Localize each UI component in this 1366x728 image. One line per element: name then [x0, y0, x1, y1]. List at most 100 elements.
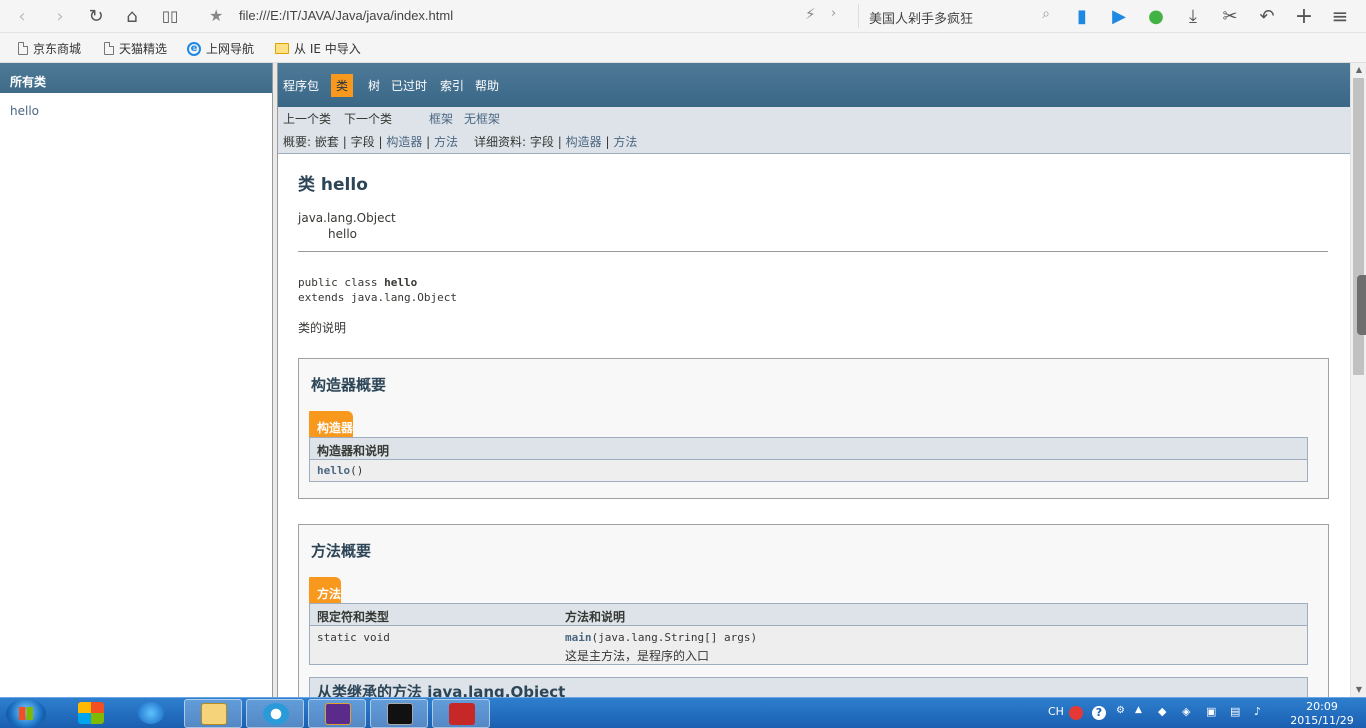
method-summary-heading: 方法概要: [311, 542, 372, 560]
star-icon[interactable]: ★: [209, 6, 223, 25]
no-frames-link[interactable]: 无框架: [464, 110, 500, 127]
nav-tree[interactable]: 树: [368, 77, 380, 94]
next-class: 下一个类: [344, 112, 393, 126]
clock[interactable]: 20:09 2015/11/29: [1280, 700, 1364, 728]
scissors-icon[interactable]: ✂: [1216, 3, 1244, 29]
inheritance-parent: java.lang.Object: [298, 211, 396, 225]
java-ee-ide-icon: [325, 703, 351, 725]
taskbar-app[interactable]: [184, 699, 242, 728]
windows-logo-icon: [19, 707, 33, 720]
taskbar-app[interactable]: [308, 699, 366, 728]
ie-icon: e: [187, 41, 201, 56]
bookmark-item[interactable]: e 上网导航: [187, 40, 254, 57]
detail-constructor-link[interactable]: 构造器: [566, 135, 602, 149]
wechat-icon[interactable]: ●: [1142, 3, 1170, 29]
summary-constructor-link[interactable]: 构造器: [386, 135, 422, 149]
shield-icon[interactable]: ◈: [1182, 705, 1190, 718]
lightning-icon[interactable]: ⚡: [805, 5, 816, 23]
windows-taskbar: CH ? ⚙ ▲ ◆ ◈ ▣ ▤ ♪ 20:09 2015/11/29: [0, 697, 1366, 728]
address-bar[interactable]: ★ file:///E:/IT/JAVA/Java/java/index.htm…: [203, 4, 853, 28]
sub-nav-bar: 上一个类 下一个类 框架 无框架 概要: 嵌套 | 字段 | 构造器 | 方法 …: [278, 107, 1350, 154]
plus-icon[interactable]: +: [1290, 3, 1318, 29]
summary-method-link[interactable]: 方法: [434, 135, 458, 149]
phone-icon[interactable]: ▮: [1068, 3, 1096, 29]
media-center-icon: [78, 702, 104, 724]
ime-indicator[interactable]: CH: [1048, 705, 1064, 718]
class-declaration: public class hello: [298, 276, 418, 289]
summary-row: 概要: 嵌套 | 字段 | 构造器 | 方法: [283, 135, 459, 149]
nav-index[interactable]: 索引: [440, 77, 464, 94]
browser-icon: [263, 703, 289, 725]
play-icon[interactable]: ▶: [1105, 3, 1133, 29]
volume-icon[interactable]: ♪: [1254, 705, 1261, 718]
search-box[interactable]: 美国人剁手多疯狂 ⌕: [858, 4, 1058, 28]
search-query: 美国人剁手多疯狂: [869, 12, 974, 27]
tray-expand-icon[interactable]: ▲: [1135, 705, 1142, 715]
detail-method-link[interactable]: 方法: [613, 135, 637, 149]
method-summary: 方法概要 方法 限定符和类型 方法和说明 static void main(ja…: [298, 524, 1329, 697]
forward-icon[interactable]: ›: [46, 3, 74, 29]
sogou-icon[interactable]: [1069, 706, 1083, 720]
method-tab: 方法: [309, 577, 342, 603]
refresh-icon[interactable]: ↻: [82, 3, 110, 29]
taskbar-app[interactable]: [432, 699, 490, 728]
download-icon[interactable]: ⤓: [1179, 3, 1207, 29]
method-description: 这是主方法，是程序的入口: [565, 649, 710, 663]
nav-help[interactable]: 帮助: [475, 77, 499, 94]
column-method-description: 方法和说明: [565, 610, 626, 624]
undo-icon[interactable]: ↶: [1253, 3, 1281, 29]
constructor-summary-heading: 构造器概要: [311, 376, 387, 394]
taskbar-app[interactable]: [62, 699, 120, 728]
all-classes-header: 所有类: [0, 63, 272, 93]
scroll-down-icon[interactable]: ▼: [1351, 683, 1366, 697]
settings-icon[interactable]: ⚙: [1116, 705, 1125, 716]
search-icon[interactable]: ⌕: [1042, 6, 1050, 22]
class-frame: 程序包 类 树 已过时 索引 帮助 上一个类 下一个类 框架 无框架 概要: 嵌…: [278, 63, 1350, 697]
constructor-table: 构造器和说明 hello(): [309, 437, 1308, 482]
divider: [298, 251, 1328, 252]
taskbar-app[interactable]: [370, 699, 428, 728]
nav-package[interactable]: 程序包: [283, 77, 319, 94]
page-title: 类 hello: [298, 175, 368, 195]
inheritance-child: hello: [328, 227, 357, 241]
vertical-scrollbar[interactable]: ▲ ▼: [1350, 63, 1366, 697]
menu-icon[interactable]: ≡: [1326, 3, 1354, 29]
page-icon: [18, 42, 28, 55]
chevron-right-icon[interactable]: ›: [831, 6, 836, 21]
method-modifier: static void: [317, 631, 390, 644]
side-grip[interactable]: [1357, 275, 1366, 335]
inherited-methods-heading: 从类继承的方法 java.lang.Object: [309, 677, 1308, 697]
taskbar-app[interactable]: [246, 699, 304, 728]
class-extends: extends java.lang.Object: [298, 291, 457, 304]
nav-class: 类: [331, 74, 354, 97]
constructor-link-hello[interactable]: hello: [317, 464, 350, 477]
prev-class: 上一个类: [283, 112, 332, 126]
home-icon[interactable]: ⌂: [118, 3, 146, 29]
network-icon[interactable]: ▤: [1230, 705, 1240, 718]
constructor-summary: 构造器概要 构造器 构造器和说明 hello(): [298, 358, 1329, 499]
scroll-up-icon[interactable]: ▲: [1351, 63, 1366, 77]
method-link-main[interactable]: main: [565, 631, 592, 644]
qq-icon[interactable]: ◆: [1158, 705, 1166, 718]
constructor-column-header: 构造器和说明: [310, 438, 1307, 460]
folder-icon: [275, 43, 289, 54]
method-column-headers: 限定符和类型 方法和说明: [310, 604, 1307, 626]
ie-icon: [138, 702, 164, 724]
bookmarks-bar: 京东商城 天猫精选 e 上网导航 从 IE 中导入: [0, 33, 1366, 63]
bookmark-item[interactable]: 京东商城: [18, 40, 81, 57]
reader-icon[interactable]: ▯▯: [156, 3, 184, 29]
nav-deprecated[interactable]: 已过时: [391, 77, 427, 94]
method-signature: main(java.lang.String[] args): [565, 631, 758, 644]
taskbar-app[interactable]: [122, 699, 180, 728]
app-icon: [449, 703, 475, 725]
frames-link[interactable]: 框架: [429, 110, 453, 127]
class-link-hello[interactable]: hello: [10, 104, 39, 118]
start-button[interactable]: [6, 699, 46, 728]
class-description: 类的说明: [298, 321, 347, 335]
bookmark-item[interactable]: 从 IE 中导入: [275, 40, 361, 57]
bookmark-item[interactable]: 天猫精选: [104, 40, 167, 57]
column-modifier-type: 限定符和类型: [317, 610, 390, 624]
back-icon[interactable]: ‹: [8, 3, 36, 29]
help-icon[interactable]: ?: [1092, 706, 1106, 720]
device-icon[interactable]: ▣: [1206, 705, 1216, 718]
